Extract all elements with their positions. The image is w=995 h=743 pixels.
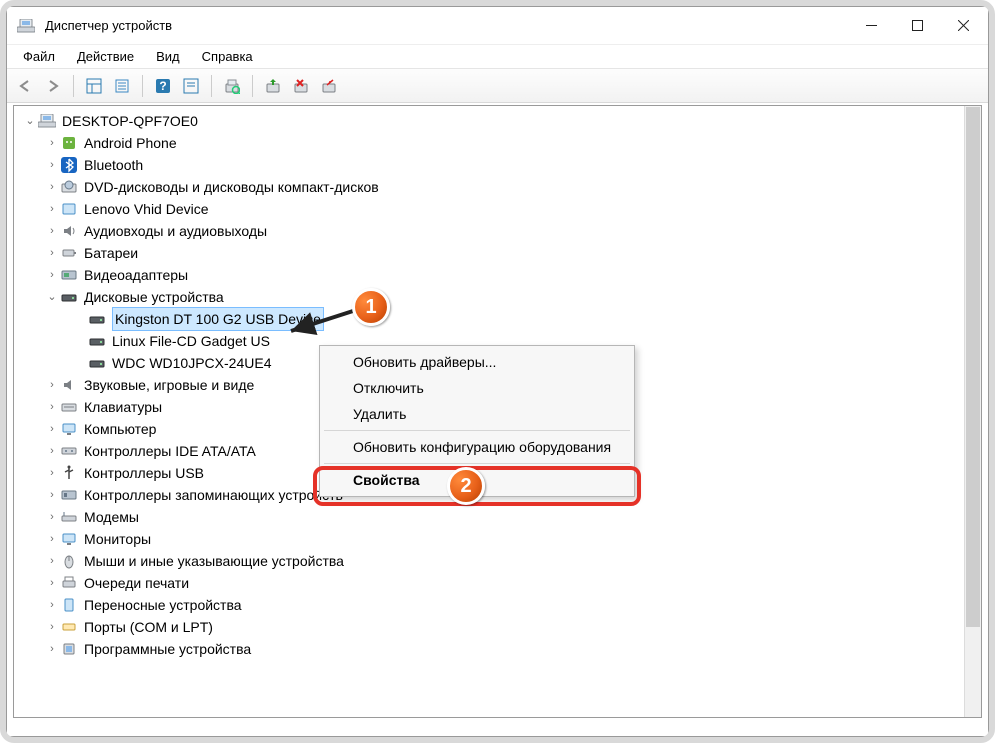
usb-icon: [60, 464, 78, 482]
expand-icon[interactable]: ›: [44, 264, 60, 286]
tree-item-monitors[interactable]: ›Мониторы: [16, 528, 979, 550]
tree-item-portable[interactable]: ›Переносные устройства: [16, 594, 979, 616]
expand-icon[interactable]: ›: [44, 396, 60, 418]
expand-icon[interactable]: ›: [44, 198, 60, 220]
tree-item-disk-kingston[interactable]: Kingston DT 100 G2 USB Device: [16, 308, 979, 330]
tree-item-ports[interactable]: ›Порты (COM и LPT): [16, 616, 979, 638]
modem-icon: [60, 508, 78, 526]
tree-root[interactable]: ⌄ DESKTOP-QPF7OE0: [16, 110, 979, 132]
menu-help[interactable]: Справка: [192, 47, 263, 66]
printer-icon: [60, 574, 78, 592]
disk-icon: [88, 310, 106, 328]
ide-controller-icon: [60, 442, 78, 460]
close-button[interactable]: [940, 7, 986, 45]
expand-icon[interactable]: ›: [44, 506, 60, 528]
menubar: Файл Действие Вид Справка: [7, 45, 988, 69]
monitor-icon: [60, 530, 78, 548]
expand-icon[interactable]: ›: [44, 132, 60, 154]
video-adapter-icon: [60, 266, 78, 284]
tree-item-modems[interactable]: ›Модемы: [16, 506, 979, 528]
battery-icon: [60, 244, 78, 262]
uninstall-button[interactable]: [289, 74, 313, 98]
titlebar: Диспетчер устройств: [7, 7, 988, 45]
properties-button[interactable]: [110, 74, 134, 98]
toolbar: ?: [7, 69, 988, 103]
scrollbar-thumb[interactable]: [966, 107, 980, 627]
expand-icon[interactable]: ›: [44, 440, 60, 462]
expand-icon[interactable]: ›: [44, 176, 60, 198]
ctx-scan-hardware[interactable]: Обновить конфигурацию оборудования: [323, 434, 631, 460]
audio-icon: [60, 222, 78, 240]
expand-icon[interactable]: ›: [44, 484, 60, 506]
ports-icon: [60, 618, 78, 636]
expand-icon[interactable]: ›: [44, 528, 60, 550]
dvd-icon: [60, 178, 78, 196]
expand-icon[interactable]: ›: [44, 638, 60, 660]
menu-view[interactable]: Вид: [146, 47, 190, 66]
disk-icon: [88, 332, 106, 350]
ctx-disable[interactable]: Отключить: [323, 375, 631, 401]
tree-item-video[interactable]: ›Видеоадаптеры: [16, 264, 979, 286]
expand-icon[interactable]: ›: [44, 550, 60, 572]
disk-icon: [88, 354, 106, 372]
device-icon: [60, 200, 78, 218]
tree-item-battery[interactable]: ›Батареи: [16, 242, 979, 264]
window-title: Диспетчер устройств: [45, 18, 172, 33]
tree-item-audio[interactable]: ›Аудиовходы и аудиовыходы: [16, 220, 979, 242]
tree-item-bluetooth[interactable]: ›Bluetooth: [16, 154, 979, 176]
device-manager-icon: [17, 19, 35, 33]
disable-button[interactable]: [317, 74, 341, 98]
show-hide-tree-button[interactable]: [82, 74, 106, 98]
expand-icon[interactable]: ›: [44, 242, 60, 264]
action-button[interactable]: [179, 74, 203, 98]
annotation-callout-2: 2: [447, 467, 485, 505]
forward-button[interactable]: [41, 74, 65, 98]
tree-root-label: DESKTOP-QPF7OE0: [62, 110, 198, 132]
tree-item-software[interactable]: ›Программные устройства: [16, 638, 979, 660]
expand-icon[interactable]: ›: [44, 220, 60, 242]
expand-icon[interactable]: ›: [44, 594, 60, 616]
svg-text:?: ?: [159, 79, 166, 93]
expand-icon[interactable]: ›: [44, 154, 60, 176]
monitor-icon: [60, 420, 78, 438]
expand-icon[interactable]: ›: [44, 418, 60, 440]
ctx-remove[interactable]: Удалить: [323, 401, 631, 427]
minimize-button[interactable]: [848, 7, 894, 45]
ctx-separator: [324, 463, 630, 464]
computer-icon: [38, 112, 56, 130]
collapse-icon[interactable]: ⌄: [22, 110, 38, 132]
tree-item-print[interactable]: ›Очереди печати: [16, 572, 979, 594]
portable-device-icon: [60, 596, 78, 614]
android-icon: [60, 134, 78, 152]
mouse-icon: [60, 552, 78, 570]
collapse-icon[interactable]: ⌄: [44, 286, 60, 308]
tree-item-lenovo[interactable]: ›Lenovo Vhid Device: [16, 198, 979, 220]
expand-icon[interactable]: ›: [44, 616, 60, 638]
tree-item-android[interactable]: ›Android Phone: [16, 132, 979, 154]
maximize-button[interactable]: [894, 7, 940, 45]
help-button[interactable]: ?: [151, 74, 175, 98]
expand-icon[interactable]: ›: [44, 462, 60, 484]
menu-file[interactable]: Файл: [13, 47, 65, 66]
update-driver-button[interactable]: [261, 74, 285, 98]
ctx-separator: [324, 430, 630, 431]
back-button[interactable]: [13, 74, 37, 98]
disk-icon: [60, 288, 78, 306]
tree-item-dvd[interactable]: ›DVD-дисководы и дисководы компакт-диско…: [16, 176, 979, 198]
storage-controller-icon: [60, 486, 78, 504]
sound-icon: [60, 376, 78, 394]
bluetooth-icon: [60, 156, 78, 174]
keyboard-icon: [60, 398, 78, 416]
tree-item-disks[interactable]: ⌄Дисковые устройства: [16, 286, 979, 308]
expand-icon[interactable]: ›: [44, 572, 60, 594]
annotation-callout-1: 1: [352, 288, 390, 326]
tree-item-mice[interactable]: ›Мыши и иные указывающие устройства: [16, 550, 979, 572]
software-device-icon: [60, 640, 78, 658]
scrollbar[interactable]: [964, 106, 981, 717]
scan-hardware-button[interactable]: [220, 74, 244, 98]
expand-icon[interactable]: ›: [44, 374, 60, 396]
menu-action[interactable]: Действие: [67, 47, 144, 66]
ctx-update-drivers[interactable]: Обновить драйверы...: [323, 349, 631, 375]
